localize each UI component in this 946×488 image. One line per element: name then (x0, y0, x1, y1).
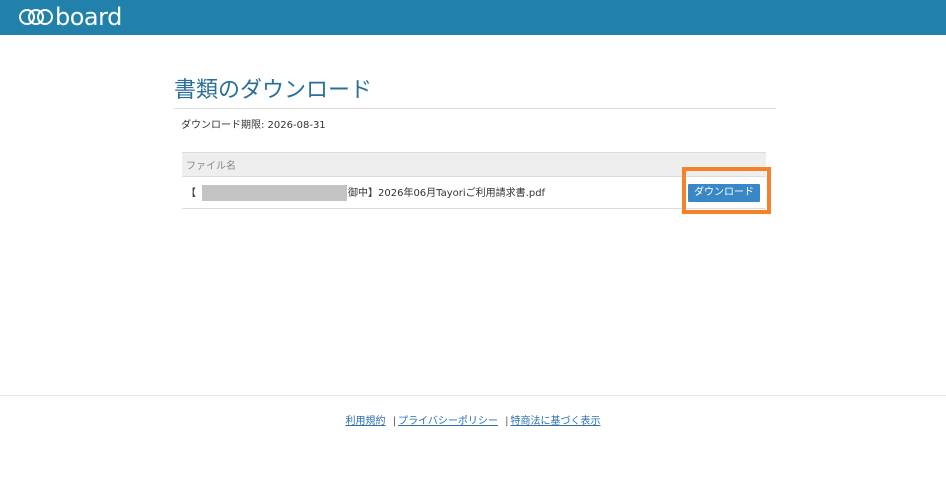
column-header-filename: ファイル名 (182, 152, 766, 177)
terms-link[interactable]: 利用規約 (346, 416, 386, 427)
redacted-company-name (202, 185, 347, 201)
footer-links: 利用規約 | プライバシーポリシー | 特商法に基づく表示 (0, 412, 946, 427)
table-header-row: ファイル名 (182, 152, 766, 177)
filename-text: 御中】2026年06月Tayoriご利用請求書.pdf (348, 188, 546, 199)
download-cell: ダウンロード (658, 176, 766, 209)
commercial-law-link[interactable]: 特商法に基づく表示 (510, 416, 600, 427)
filename-prefix: 【 (186, 188, 196, 199)
file-table: ファイル名 【 御中】2026年06月Tayoriご利用請求書.pdf ダウンロー… (182, 152, 766, 209)
logo-rings-icon (19, 9, 53, 25)
top-nav-bar: board (0, 0, 946, 35)
footer-separator: | (392, 416, 397, 427)
filename-cell: 【 御中】2026年06月Tayoriご利用請求書.pdf (182, 176, 659, 209)
privacy-policy-link[interactable]: プライバシーポリシー (398, 416, 498, 427)
download-button[interactable]: ダウンロード (688, 183, 760, 202)
footer-separator: | (505, 416, 509, 427)
logo-text: board (55, 3, 122, 31)
download-deadline: ダウンロード期限: 2026-08-31 (181, 120, 326, 131)
footer-divider (0, 395, 946, 396)
board-logo[interactable]: board (18, 3, 122, 31)
table-row: 【 御中】2026年06月Tayoriご利用請求書.pdf ダウンロード (182, 176, 766, 209)
page-title: 書類のダウンロード (174, 75, 776, 109)
